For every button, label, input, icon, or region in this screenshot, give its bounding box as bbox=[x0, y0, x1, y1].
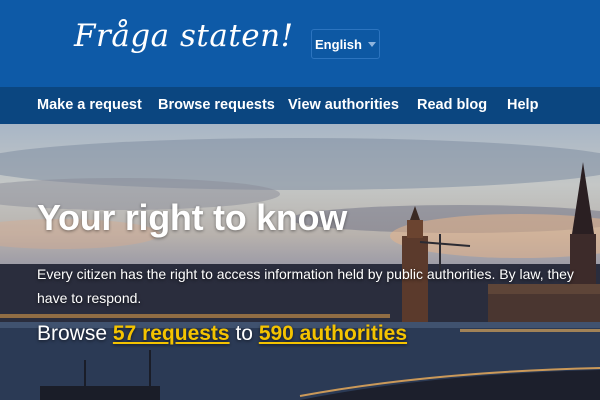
main-nav: Make a request Browse requests View auth… bbox=[0, 87, 600, 124]
nav-browse-requests[interactable]: Browse requests bbox=[158, 97, 275, 113]
site-logo[interactable]: Fråga staten! bbox=[74, 18, 294, 54]
language-selector[interactable]: English bbox=[311, 29, 380, 59]
site-header: Fråga staten! English bbox=[0, 0, 600, 87]
hero-banner: Your right to know Every citizen has the… bbox=[0, 124, 600, 400]
hero-description: Every citizen has the right to access in… bbox=[37, 266, 574, 306]
language-label: English bbox=[315, 36, 362, 52]
hero-title: Your right to know bbox=[37, 197, 347, 238]
nav-view-authorities[interactable]: View authorities bbox=[288, 97, 399, 113]
requests-link[interactable]: 57 requests bbox=[113, 322, 230, 345]
hero-browse-line: Browse 57 requests to 590 authorities bbox=[37, 322, 407, 346]
chevron-down-icon bbox=[367, 42, 376, 47]
browse-prefix: Browse bbox=[37, 322, 108, 345]
authorities-link[interactable]: 590 authorities bbox=[259, 322, 407, 345]
browse-connector: to bbox=[235, 322, 253, 345]
nav-help[interactable]: Help bbox=[507, 97, 538, 113]
nav-read-blog[interactable]: Read blog bbox=[417, 97, 487, 113]
nav-make-request[interactable]: Make a request bbox=[37, 97, 142, 113]
